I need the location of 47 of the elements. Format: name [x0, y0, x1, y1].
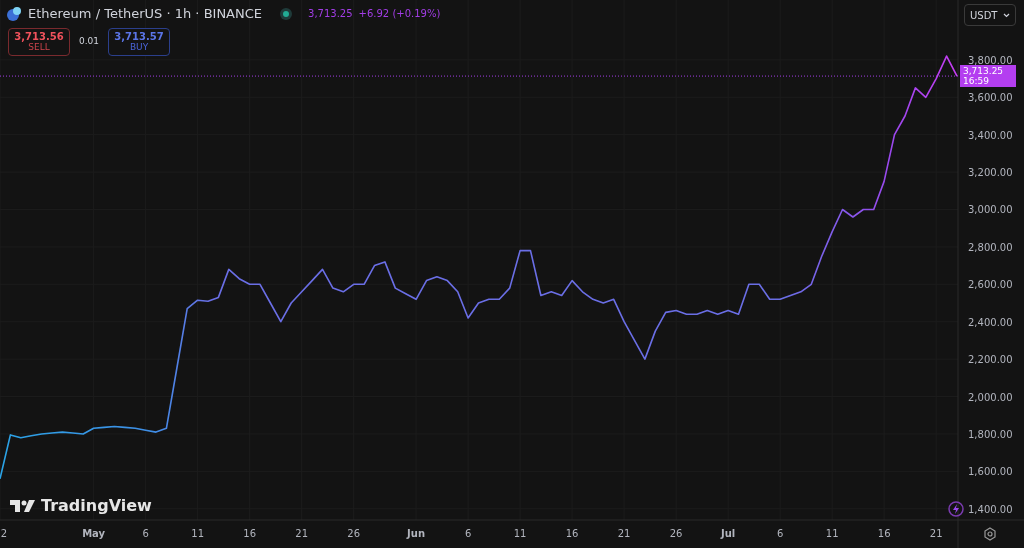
axis-label: 16	[877, 528, 891, 539]
currency-dropdown[interactable]: USDT	[964, 4, 1016, 26]
countdown: 16:59	[963, 76, 990, 87]
settings-icon[interactable]	[983, 527, 997, 541]
axis-label: 3,800.00	[968, 54, 1013, 66]
price-change: +6.92 (+0.19%)	[358, 7, 441, 22]
buy-button[interactable]: 3,713.57 BUY	[108, 28, 171, 56]
lightning-icon	[948, 501, 964, 517]
axis-label: 2,000.00	[968, 391, 1013, 403]
axis-label: 1,800.00	[968, 428, 1013, 440]
axis-label: 3,000.00	[968, 204, 1013, 216]
caret-icon	[1003, 12, 1010, 18]
axis-label: 2	[0, 528, 8, 539]
sell-button[interactable]: 3,713.56 SELL	[8, 28, 70, 56]
axis-label: 16	[243, 528, 256, 539]
axis-label: 1,400.00	[968, 503, 1013, 515]
axis-label: 26	[669, 528, 683, 539]
brand-name: TradingView	[41, 495, 152, 517]
axis-label: 2,600.00	[968, 279, 1013, 291]
axis-label: 3,600.00	[968, 92, 1013, 104]
axis-label: 21	[617, 528, 631, 539]
spread-value: 0.01	[78, 35, 101, 49]
axis-label: 6	[776, 528, 784, 539]
axis-label: 3,400.00	[968, 129, 1013, 141]
axis-label: 26	[347, 528, 361, 539]
axis-label: 3,200.00	[968, 167, 1013, 179]
axis-label: 2,400.00	[968, 316, 1013, 328]
axis-label: May	[82, 528, 106, 539]
axis-label: 21	[295, 528, 308, 539]
axis-label: Jun	[407, 528, 426, 539]
axis-label: 1,600.00	[968, 466, 1013, 478]
status-dot-icon	[280, 7, 293, 20]
price-tag-value: 3,713.25	[963, 66, 1005, 77]
axis-label: 2,800.00	[968, 241, 1013, 253]
axis-label: 11	[191, 528, 204, 539]
logo-icon	[10, 499, 36, 513]
symbol-title: Ethereum / TetherUS · 1h · BINANCE	[28, 5, 263, 23]
axis-label: 6	[464, 528, 472, 539]
last-price: 3,713.25	[308, 7, 353, 22]
axis-label: 11	[513, 528, 527, 539]
axis-label: Jul	[721, 528, 736, 539]
axis-label: 21	[929, 528, 943, 539]
axis-label: 2,200.00	[968, 354, 1013, 366]
axis-label: 11	[825, 528, 839, 539]
axis-label: 6	[142, 528, 149, 539]
axis-label: 16	[565, 528, 579, 539]
coin-icon	[6, 5, 22, 22]
